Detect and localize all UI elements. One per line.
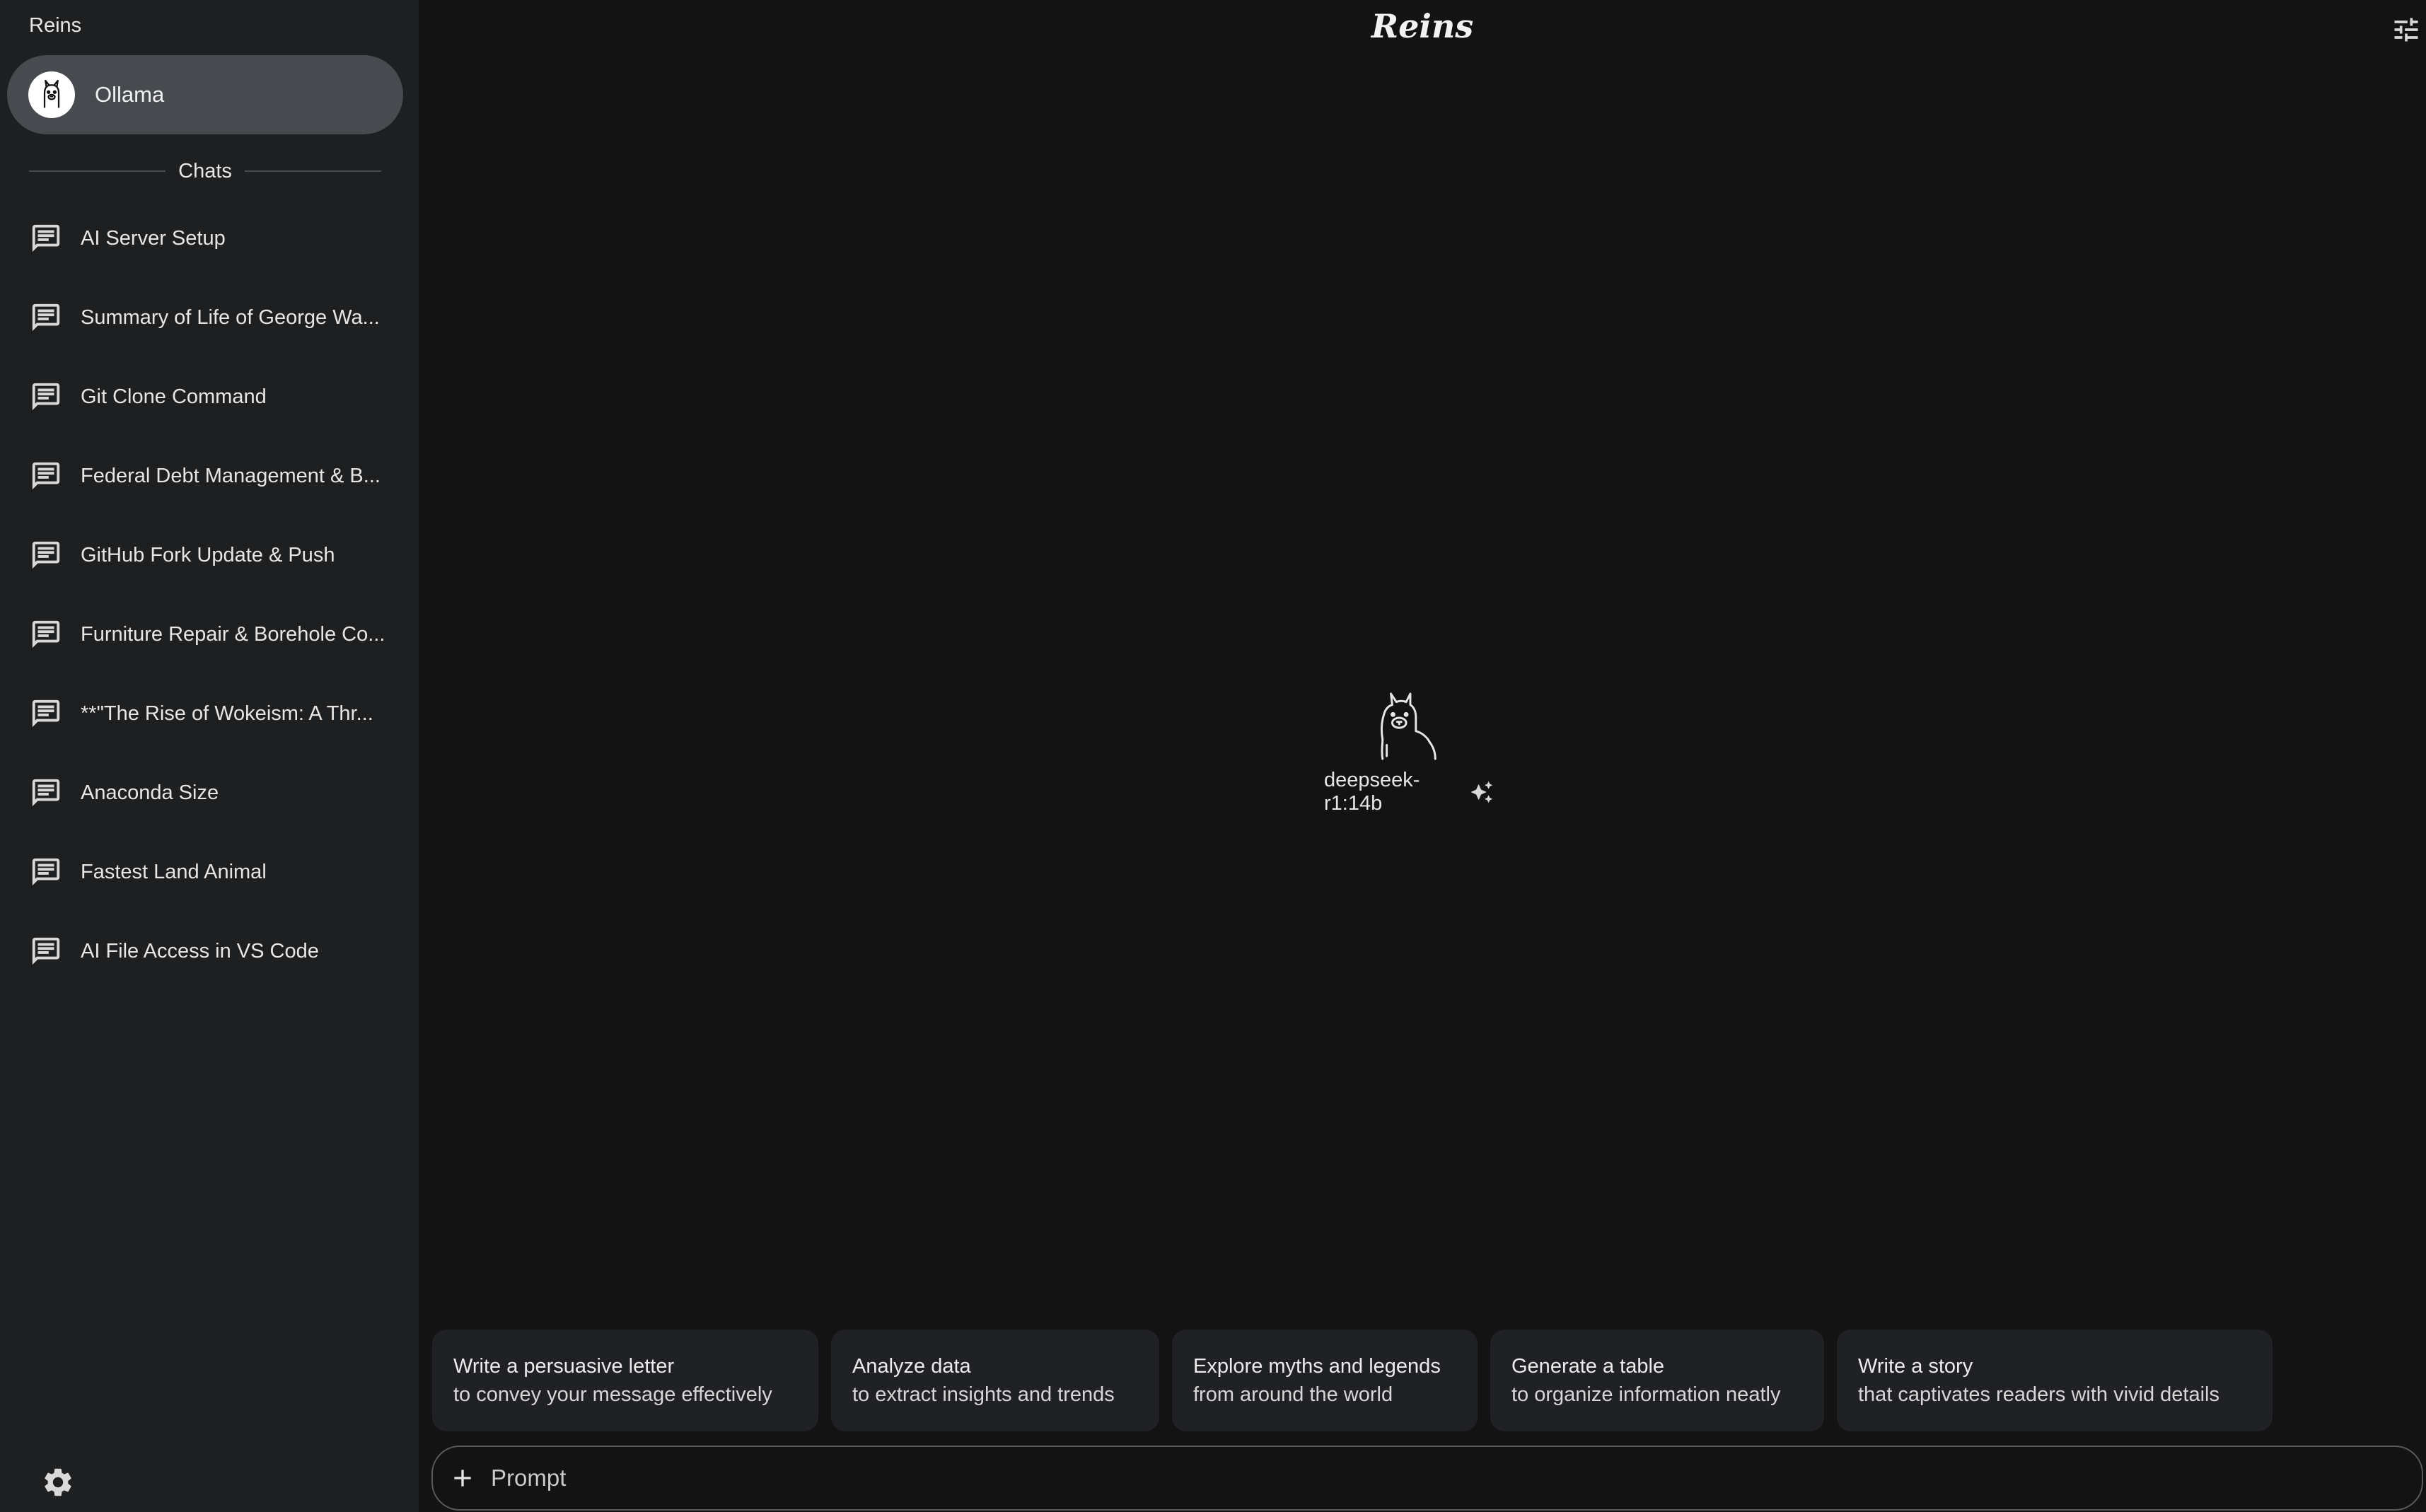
- chat-bubble-icon: [32, 541, 60, 569]
- chat-bubble-icon: [32, 937, 60, 965]
- prompt-input[interactable]: [491, 1465, 2422, 1491]
- chat-bubble-icon: [32, 699, 60, 728]
- chat-item[interactable]: Summary of Life of George Wa...: [0, 278, 419, 357]
- chat-item[interactable]: AI Server Setup: [0, 199, 419, 278]
- divider-line-right: [244, 170, 382, 172]
- chat-title: Federal Debt Management & B...: [81, 464, 381, 487]
- sparkle-icon[interactable]: [1470, 779, 1494, 806]
- chat-title: AI Server Setup: [81, 226, 226, 250]
- model-name: deepseek-r1:14b: [1324, 769, 1420, 815]
- suggestion-subtitle: to extract insights and trends: [852, 1383, 1115, 1406]
- gear-icon: [45, 1468, 71, 1496]
- chat-title: AI File Access in VS Code: [81, 939, 319, 963]
- chat-title: **"The Rise of Wokeism: A Thr...: [81, 702, 373, 725]
- brand-title: Reins: [1371, 7, 1474, 45]
- chat-item[interactable]: Fastest Land Animal: [0, 832, 419, 912]
- chat-bubble-icon: [32, 383, 60, 411]
- suggestion-card[interactable]: Write a persuasive letter to convey your…: [432, 1330, 818, 1431]
- llama-icon: [1380, 692, 1437, 760]
- provider-label: Ollama: [95, 82, 165, 107]
- tune-icon: [2394, 18, 2418, 42]
- chat-bubble-icon: [32, 303, 60, 332]
- suggestion-card[interactable]: Generate a table to organize information…: [1490, 1330, 1824, 1431]
- chat-item[interactable]: Git Clone Command: [0, 357, 419, 436]
- chat-title: Fastest Land Animal: [81, 860, 267, 883]
- chat-bubble-icon: [32, 779, 60, 807]
- suggestion-title: Write a persuasive letter: [453, 1355, 675, 1378]
- model-row: deepseek-r1:14b: [1324, 769, 1494, 815]
- prompt-bar: [431, 1446, 2423, 1511]
- sidebar-app-name: Reins: [29, 14, 82, 37]
- suggestion-card[interactable]: Analyze data to extract insights and tre…: [831, 1330, 1159, 1431]
- model-info: deepseek-r1:14b: [1324, 690, 1494, 815]
- suggestion-subtitle: that captivates readers with vivid detai…: [1858, 1383, 2219, 1406]
- chats-section-divider: Chats: [29, 156, 382, 187]
- chat-title: Summary of Life of George Wa...: [81, 306, 380, 329]
- suggestion-title: Write a story: [1858, 1355, 1973, 1378]
- suggestion-card[interactable]: Explore myths and legends from around th…: [1172, 1330, 1478, 1431]
- sidebar: Reins Ollama Chats AI Server Setup Summa…: [0, 0, 419, 1512]
- chat-item[interactable]: **"The Rise of Wokeism: A Thr...: [0, 674, 419, 753]
- chats-section-label: Chats: [178, 159, 232, 182]
- chat-list: AI Server Setup Summary of Life of Georg…: [0, 199, 419, 991]
- suggestion-title: Generate a table: [1511, 1355, 1665, 1378]
- suggestion-subtitle: to convey your message effectively: [453, 1383, 772, 1406]
- chat-bubble-icon: [32, 620, 60, 649]
- chat-bubble-icon: [32, 224, 60, 252]
- suggestion-subtitle: from around the world: [1193, 1383, 1393, 1406]
- chat-bubble-icon: [32, 858, 60, 886]
- settings-button[interactable]: [41, 1465, 75, 1499]
- llama-avatar-icon: [28, 71, 75, 118]
- chat-bubble-icon: [32, 462, 60, 490]
- provider-ollama-item[interactable]: Ollama: [7, 55, 403, 134]
- chat-title: Anaconda Size: [81, 781, 219, 804]
- chat-title: GitHub Fork Update & Push: [81, 543, 335, 566]
- suggestion-card[interactable]: Write a story that captivates readers wi…: [1837, 1330, 2273, 1431]
- chat-item[interactable]: AI File Access in VS Code: [0, 912, 419, 991]
- chat-item[interactable]: Anaconda Size: [0, 753, 419, 832]
- suggestion-title: Explore myths and legends: [1193, 1355, 1441, 1378]
- suggestion-title: Analyze data: [852, 1355, 971, 1378]
- app-window: Reins Ollama Chats AI Server Setup Summa…: [0, 0, 2426, 1512]
- divider-line-left: [29, 170, 166, 172]
- chat-item[interactable]: Federal Debt Management & B...: [0, 436, 419, 516]
- chat-title: Git Clone Command: [81, 385, 267, 408]
- tune-button[interactable]: [2391, 14, 2422, 45]
- chat-title: Furniture Repair & Borehole Co...: [81, 622, 385, 646]
- main-panel: Reins deepseek-r1:14b Write a persuasive…: [419, 0, 2426, 1512]
- chat-item[interactable]: GitHub Fork Update & Push: [0, 516, 419, 595]
- chat-item[interactable]: Furniture Repair & Borehole Co...: [0, 595, 419, 674]
- suggestion-row: Write a persuasive letter to convey your…: [432, 1330, 2273, 1431]
- suggestion-subtitle: to organize information neatly: [1511, 1383, 1781, 1406]
- plus-icon[interactable]: [448, 1464, 477, 1492]
